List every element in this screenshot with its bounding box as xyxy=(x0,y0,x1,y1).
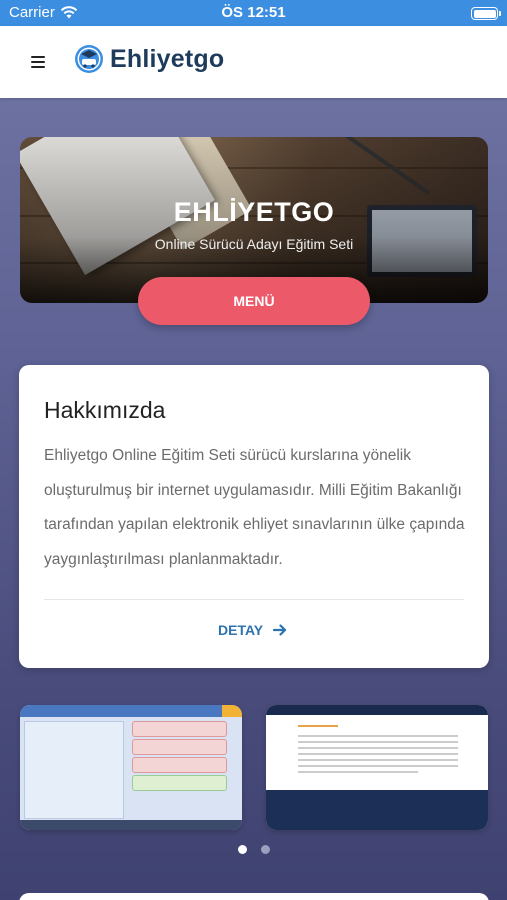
detail-label: DETAY xyxy=(218,622,264,638)
hero-title: EHLİYETGO xyxy=(173,197,335,227)
app-header: Ehliyetgo xyxy=(0,26,507,98)
hamburger-menu-icon[interactable] xyxy=(31,56,45,68)
next-card xyxy=(19,893,489,900)
carousel-slide-reading-screen[interactable] xyxy=(266,705,488,830)
carousel-pagination xyxy=(238,845,270,854)
carousel-dot[interactable] xyxy=(261,845,270,854)
arrow-right-icon xyxy=(273,624,287,636)
logo-text: Ehliyetgo xyxy=(110,44,225,73)
carousel-slide-exam-screen[interactable] xyxy=(20,705,242,830)
about-card: Hakkımızda Ehliyetgo Online Eğitim Seti … xyxy=(19,365,489,668)
battery-icon xyxy=(471,7,501,20)
detail-button[interactable]: DETAY xyxy=(218,622,287,638)
app-logo[interactable]: Ehliyetgo xyxy=(74,44,224,74)
carousel-dot[interactable] xyxy=(238,845,247,854)
hero-subtitle: Online Sürücü Adayı Eğitim Seti xyxy=(154,236,354,252)
about-title: Hakkımızda xyxy=(44,397,166,423)
about-text: Ehliyetgo Online Eğitim Seti sürücü kurs… xyxy=(44,447,465,568)
clock: ÖS 12:51 xyxy=(221,4,286,21)
menu-button[interactable]: MENÜ xyxy=(138,277,370,325)
status-bar: Carrier ÖS 12:51 xyxy=(0,0,507,26)
graduation-cap-car-icon xyxy=(75,45,103,73)
divider xyxy=(44,599,464,600)
